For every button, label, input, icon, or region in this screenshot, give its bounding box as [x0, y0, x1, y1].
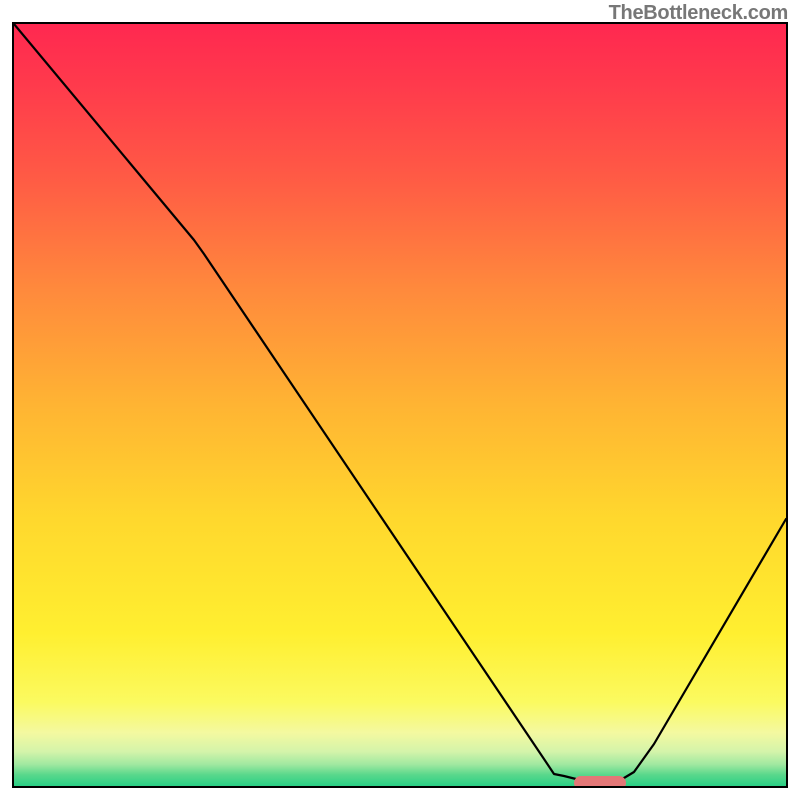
chart-frame [12, 22, 788, 788]
bottleneck-chart [14, 24, 786, 786]
gradient-background [14, 24, 786, 786]
optimal-range-marker [574, 776, 626, 786]
watermark-text: TheBottleneck.com [609, 2, 788, 25]
